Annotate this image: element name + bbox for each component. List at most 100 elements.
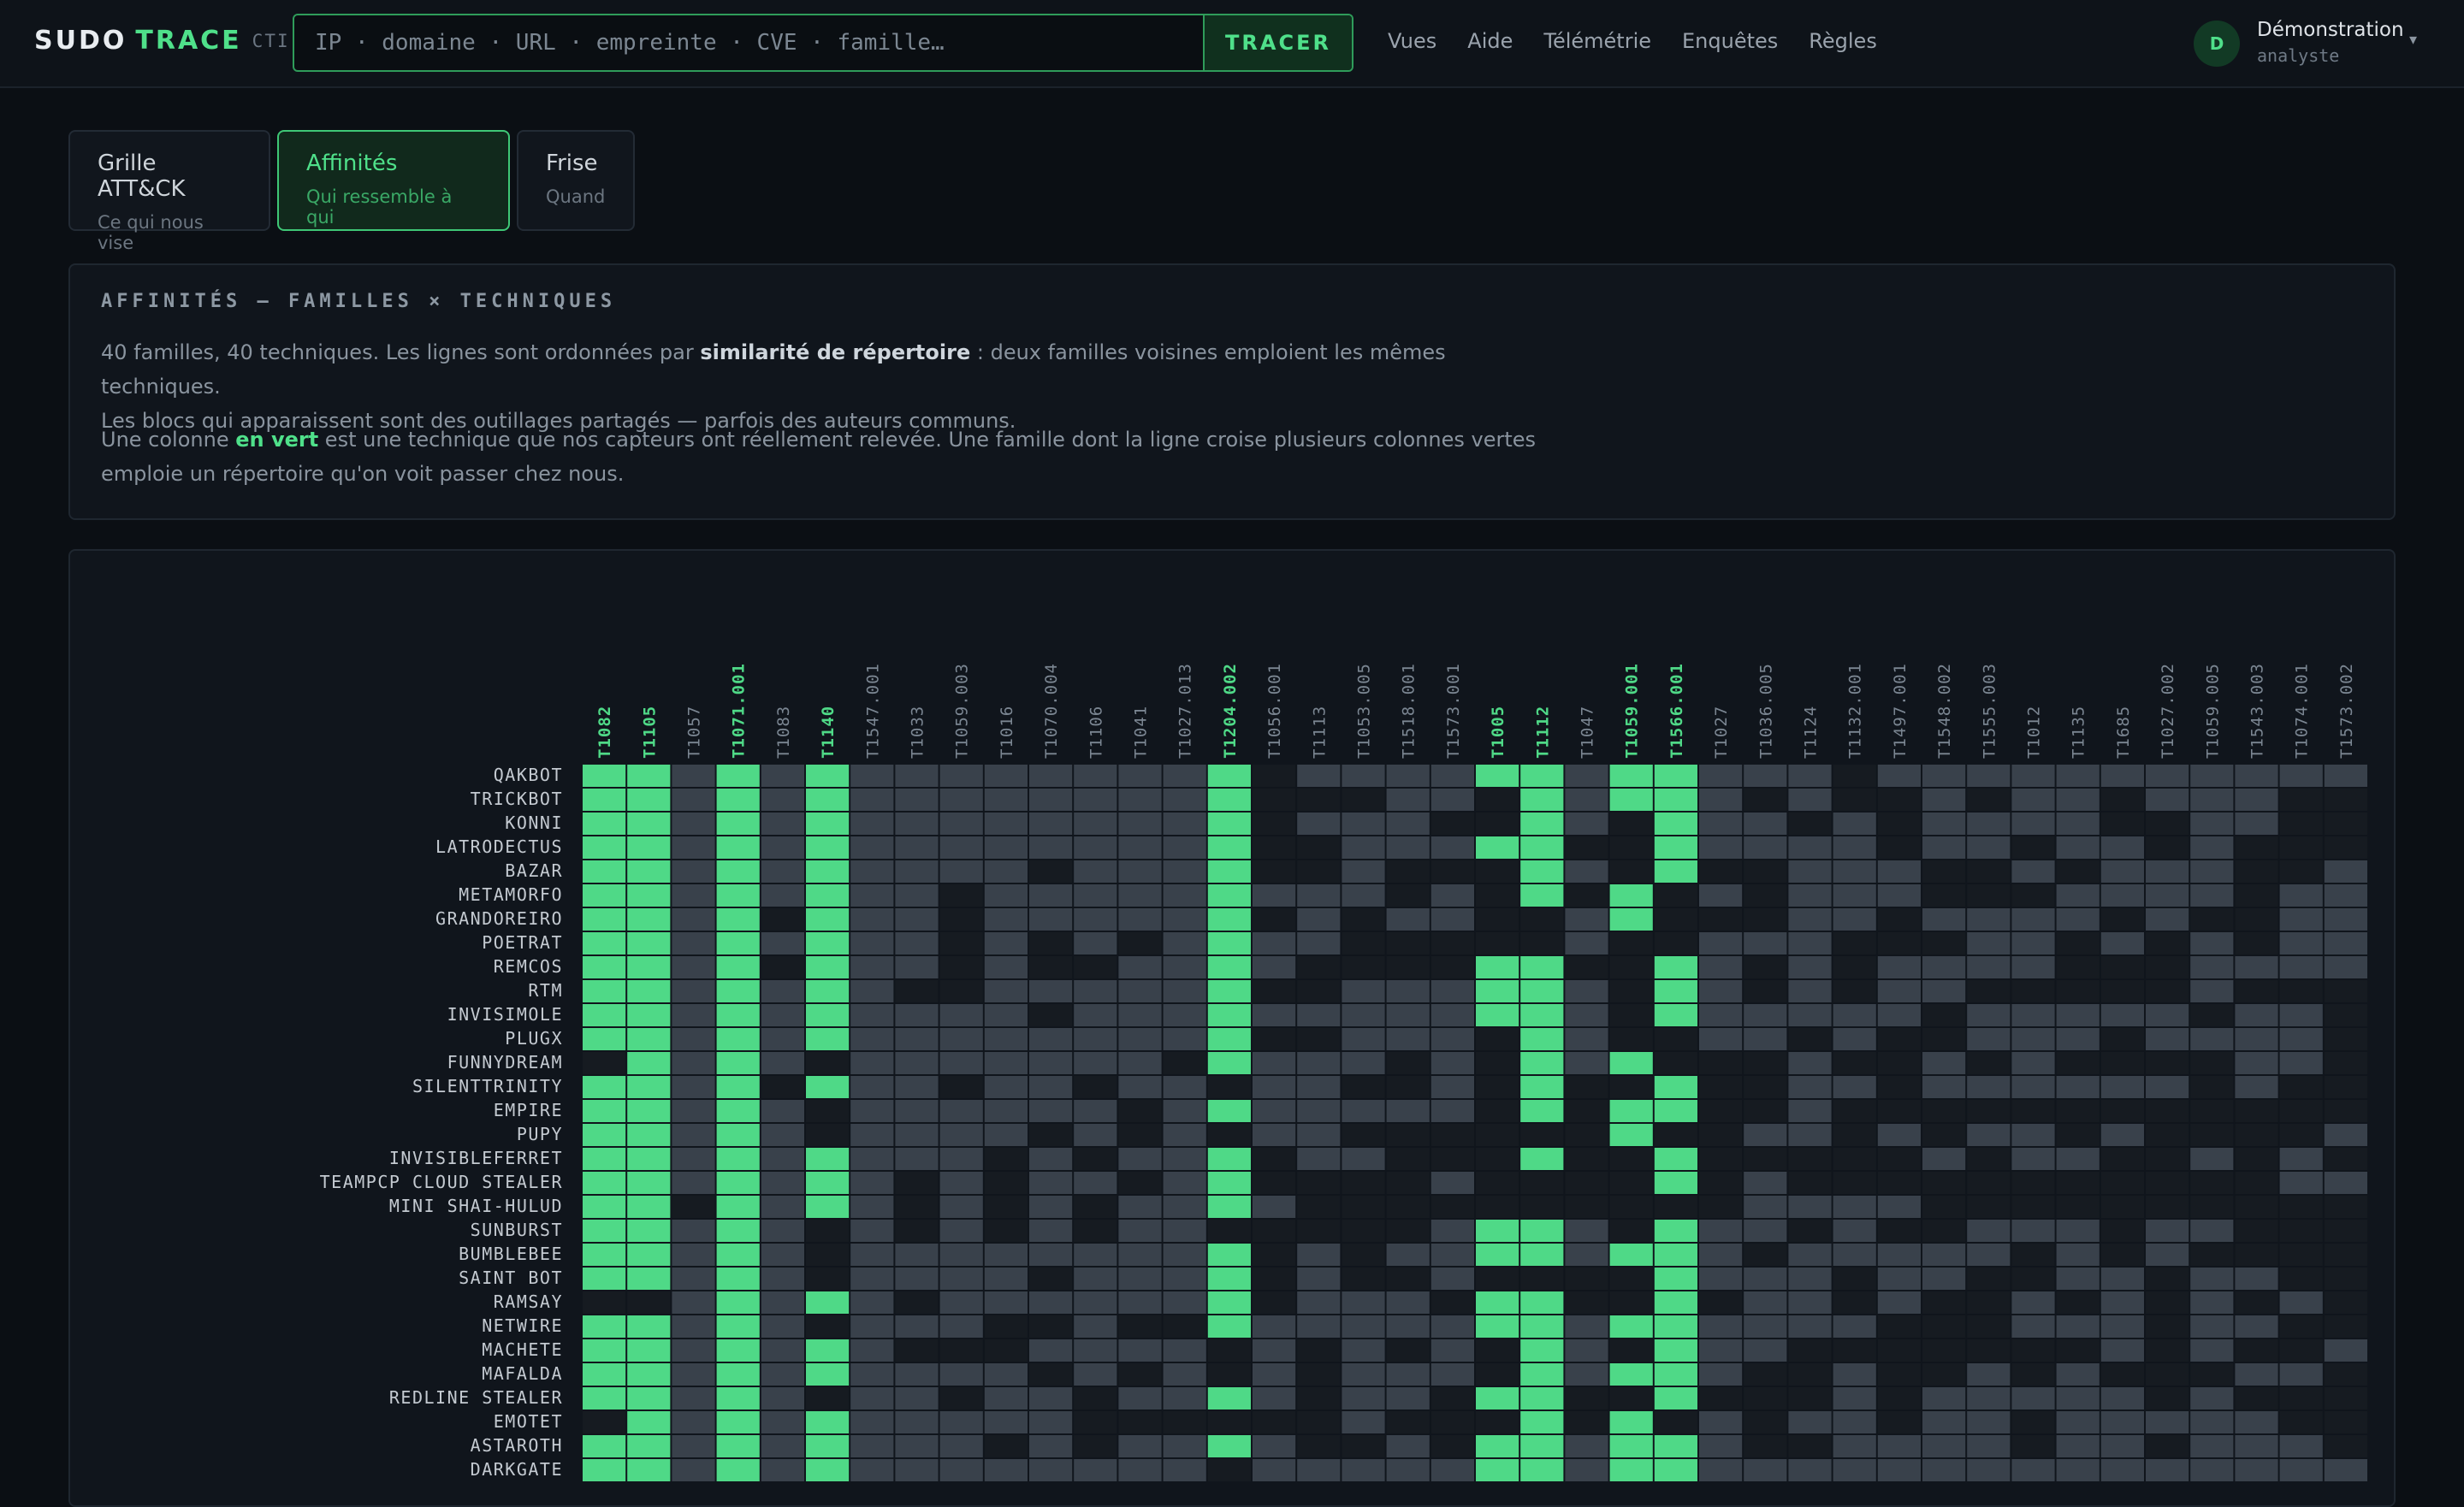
matrix-cell[interactable] bbox=[1609, 1028, 1653, 1050]
matrix-cell[interactable] bbox=[1967, 1387, 2011, 1409]
matrix-cell[interactable] bbox=[1744, 1196, 1787, 1218]
matrix-cell[interactable] bbox=[2146, 1339, 2189, 1362]
matrix-cell[interactable] bbox=[2056, 1339, 2100, 1362]
matrix-cell[interactable] bbox=[1342, 1076, 1385, 1098]
user-menu[interactable]: D Démonstration analyste ▾ bbox=[2194, 19, 2442, 70]
matrix-cell[interactable] bbox=[850, 1411, 894, 1433]
matrix-cell[interactable] bbox=[1788, 1315, 1832, 1338]
matrix-cell[interactable] bbox=[1029, 1124, 1073, 1146]
matrix-cell[interactable] bbox=[2146, 1028, 2189, 1050]
matrix-cell[interactable] bbox=[1565, 836, 1608, 859]
matrix-cell[interactable] bbox=[1877, 1268, 1921, 1290]
matrix-cell[interactable] bbox=[984, 1004, 1028, 1026]
matrix-cell[interactable] bbox=[850, 956, 894, 978]
matrix-cell[interactable] bbox=[761, 1100, 804, 1122]
matrix-cell[interactable] bbox=[1520, 980, 1564, 1002]
matrix-cell[interactable] bbox=[2324, 1244, 2367, 1266]
matrix-cell[interactable] bbox=[1609, 1148, 1653, 1170]
matrix-cell[interactable] bbox=[1297, 1339, 1341, 1362]
matrix-cell[interactable] bbox=[2190, 884, 2234, 907]
column-label[interactable]: T1518.001 bbox=[1400, 663, 1419, 759]
matrix-cell[interactable] bbox=[1253, 1076, 1296, 1098]
matrix-cell[interactable] bbox=[1967, 1100, 2011, 1122]
matrix-cell[interactable] bbox=[1609, 1196, 1653, 1218]
matrix-cell[interactable] bbox=[850, 1244, 894, 1266]
nav-item-aide[interactable]: Aide bbox=[1467, 29, 1513, 53]
matrix-cell[interactable] bbox=[850, 1100, 894, 1122]
matrix-cell[interactable] bbox=[1476, 1172, 1519, 1194]
matrix-cell[interactable] bbox=[1029, 1435, 1073, 1457]
matrix-cell[interactable] bbox=[1029, 1220, 1073, 1242]
matrix-cell[interactable] bbox=[939, 956, 983, 978]
matrix-cell[interactable] bbox=[2146, 932, 2189, 954]
matrix-cell[interactable] bbox=[1833, 1459, 1876, 1481]
matrix-cell[interactable] bbox=[2011, 1363, 2055, 1386]
matrix-cell[interactable] bbox=[1565, 1100, 1608, 1122]
matrix-cell[interactable] bbox=[1430, 1315, 1474, 1338]
matrix-cell[interactable] bbox=[2100, 1004, 2144, 1026]
matrix-cell[interactable] bbox=[2324, 1291, 2367, 1314]
matrix-cell[interactable] bbox=[1207, 1315, 1251, 1338]
matrix-cell[interactable] bbox=[1788, 1363, 1832, 1386]
matrix-cell[interactable] bbox=[850, 1004, 894, 1026]
matrix-cell[interactable] bbox=[895, 1315, 939, 1338]
matrix-cell[interactable] bbox=[1565, 956, 1608, 978]
matrix-cell[interactable] bbox=[761, 1244, 804, 1266]
matrix-cell[interactable] bbox=[1253, 1411, 1296, 1433]
matrix-cell[interactable] bbox=[1967, 1435, 2011, 1457]
matrix-cell[interactable] bbox=[2190, 980, 2234, 1002]
matrix-cell[interactable] bbox=[1118, 1196, 1162, 1218]
matrix-cell[interactable] bbox=[2146, 1100, 2189, 1122]
matrix-cell[interactable] bbox=[1029, 1268, 1073, 1290]
matrix-cell[interactable] bbox=[1476, 1411, 1519, 1433]
matrix-cell[interactable] bbox=[1029, 908, 1073, 931]
matrix-cell[interactable] bbox=[2056, 1172, 2100, 1194]
matrix-cell[interactable] bbox=[1207, 1268, 1251, 1290]
matrix-cell[interactable] bbox=[1074, 1411, 1117, 1433]
matrix-cell[interactable] bbox=[1967, 1076, 2011, 1098]
matrix-cell[interactable] bbox=[1253, 860, 1296, 883]
matrix-cell[interactable] bbox=[850, 836, 894, 859]
matrix-cell[interactable] bbox=[1654, 1387, 1697, 1409]
matrix-cell[interactable] bbox=[939, 1004, 983, 1026]
matrix-cell[interactable] bbox=[1253, 1220, 1296, 1242]
matrix-cell[interactable] bbox=[1118, 1315, 1162, 1338]
matrix-cell[interactable] bbox=[1386, 884, 1430, 907]
matrix-cell[interactable] bbox=[2146, 836, 2189, 859]
matrix-cell[interactable] bbox=[1386, 1459, 1430, 1481]
column-label[interactable]: T1071.001 bbox=[730, 663, 749, 759]
matrix-cell[interactable] bbox=[1207, 1291, 1251, 1314]
matrix-cell[interactable] bbox=[1074, 1339, 1117, 1362]
matrix-cell[interactable] bbox=[1744, 908, 1787, 931]
matrix-cell[interactable] bbox=[2056, 1028, 2100, 1050]
matrix-cell[interactable] bbox=[984, 765, 1028, 787]
matrix-cell[interactable] bbox=[984, 813, 1028, 835]
matrix-cell[interactable] bbox=[761, 836, 804, 859]
matrix-cell[interactable] bbox=[1430, 1028, 1474, 1050]
matrix-cell[interactable] bbox=[1967, 1124, 2011, 1146]
matrix-cell[interactable] bbox=[2279, 884, 2323, 907]
matrix-cell[interactable] bbox=[1029, 860, 1073, 883]
matrix-cell[interactable] bbox=[2011, 1435, 2055, 1457]
matrix-cell[interactable] bbox=[1342, 884, 1385, 907]
matrix-cell[interactable] bbox=[1029, 1363, 1073, 1386]
matrix-cell[interactable] bbox=[1207, 932, 1251, 954]
matrix-cell[interactable] bbox=[1207, 1124, 1251, 1146]
matrix-cell[interactable] bbox=[1788, 1459, 1832, 1481]
matrix-cell[interactable] bbox=[1922, 908, 1966, 931]
matrix-cell[interactable] bbox=[895, 1459, 939, 1481]
matrix-cell[interactable] bbox=[1565, 1268, 1608, 1290]
column-label[interactable]: T1047 bbox=[1578, 706, 1597, 759]
matrix-cell[interactable] bbox=[1922, 932, 1966, 954]
column-label[interactable]: T1036.005 bbox=[1756, 663, 1775, 759]
matrix-cell[interactable] bbox=[583, 1435, 626, 1457]
matrix-cell[interactable] bbox=[1520, 765, 1564, 787]
matrix-cell[interactable] bbox=[2235, 813, 2278, 835]
matrix-cell[interactable] bbox=[672, 789, 715, 811]
matrix-cell[interactable] bbox=[1833, 1172, 1876, 1194]
matrix-cell[interactable] bbox=[672, 1172, 715, 1194]
matrix-cell[interactable] bbox=[2146, 1411, 2189, 1433]
matrix-cell[interactable] bbox=[1207, 789, 1251, 811]
matrix-cell[interactable] bbox=[1833, 1244, 1876, 1266]
matrix-cell[interactable] bbox=[1476, 1387, 1519, 1409]
